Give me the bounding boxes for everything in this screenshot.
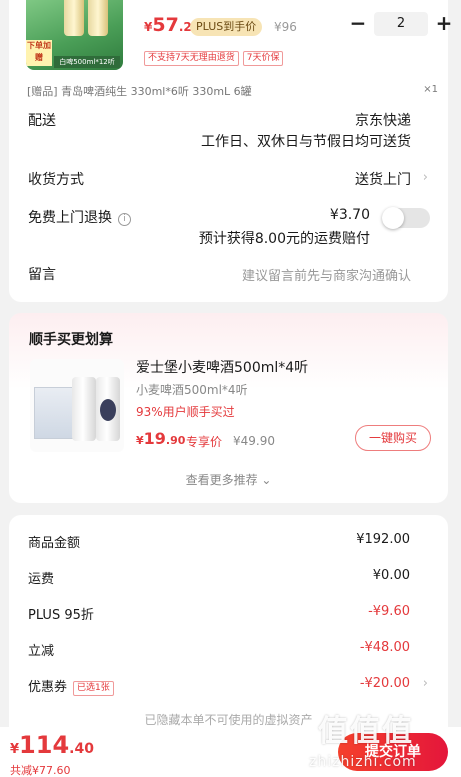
message-input[interactable]: 建议留言前先与商家沟通确认 bbox=[242, 265, 411, 284]
decrease-quantity-button[interactable]: − bbox=[348, 12, 368, 36]
delivery-carrier[interactable]: 京东快递 bbox=[355, 110, 411, 130]
delivery-schedule: 工作日、双休日与节假日均可送货 bbox=[201, 134, 411, 150]
free-return-price: ¥3.70 bbox=[329, 207, 370, 223]
summary-row-value: ¥192.00 bbox=[356, 532, 410, 547]
summary-row-label: 运费 bbox=[28, 572, 55, 587]
product-thumbnail[interactable]: 下单加赠 白啤500ml*12听 bbox=[26, 0, 123, 70]
submit-order-button[interactable]: 提交订单 bbox=[338, 733, 448, 771]
summary-row-label: 商品金额 bbox=[28, 536, 81, 551]
increase-quantity-button[interactable]: + bbox=[434, 12, 454, 36]
service-badges: 不支持7天无理由退货 7天价保 bbox=[144, 51, 284, 66]
original-price: ¥96 bbox=[274, 20, 297, 34]
beer-can-graphic bbox=[96, 377, 120, 441]
coupon-label: 优惠券 bbox=[28, 680, 68, 695]
gift-item-count: ×1 bbox=[423, 84, 438, 95]
total-price: ¥114.40 bbox=[10, 731, 94, 759]
coupon-selected-chip: 已选1张 bbox=[73, 681, 114, 696]
free-return-label: 免费上门退换 i bbox=[28, 207, 131, 227]
upsell-price-tag: 专享价 bbox=[186, 435, 223, 449]
gift-promo-tag: 下单加赠 bbox=[26, 40, 52, 66]
message-label: 留言 bbox=[28, 267, 56, 283]
price-protect-badge: 7天价保 bbox=[242, 51, 284, 66]
coupon-value[interactable]: -¥20.00 bbox=[360, 676, 410, 691]
upsell-price: ¥19.90 bbox=[136, 429, 186, 448]
checkout-bar: ¥114.40 共减¥77.60 提交订单 bbox=[0, 727, 461, 777]
upsell-original-price: ¥49.90 bbox=[233, 434, 275, 448]
upsell-buy-rate: 93%用户顺手买过 bbox=[136, 405, 235, 419]
upsell-product-name[interactable]: 爱士堡小麦啤酒500ml*4听 bbox=[136, 357, 308, 377]
beer-box-graphic bbox=[34, 387, 74, 439]
toggle-knob bbox=[382, 207, 404, 229]
see-more-recommendations-link[interactable]: 查看更多推荐 ⌄ bbox=[9, 471, 448, 488]
info-icon[interactable]: i bbox=[118, 213, 131, 226]
chevron-right-icon[interactable]: › bbox=[423, 170, 428, 185]
plus-price-badge: PLUS到手价 bbox=[190, 18, 263, 36]
summary-row-value: -¥9.60 bbox=[368, 604, 410, 619]
hidden-assets-note[interactable]: 已隐藏本单不可使用的虚拟资产 bbox=[9, 711, 448, 728]
upsell-card: 顺手买更划算 爱士堡小麦啤酒500ml*4听 小麦啤酒500ml*4听 93%用… bbox=[9, 313, 448, 503]
coupon-row[interactable]: 优惠券 已选1张 bbox=[28, 676, 114, 696]
gift-item-text: [赠品] 青岛啤酒纯生 330ml*6听 330mL 6罐 bbox=[27, 85, 252, 98]
receive-method-label: 收货方式 bbox=[28, 172, 84, 188]
free-return-note: 预计获得8.00元的运费赔付 bbox=[198, 231, 370, 247]
beer-can-graphic bbox=[64, 0, 84, 36]
upsell-product-image[interactable] bbox=[30, 359, 124, 452]
upsell-product-spec: 小麦啤酒500ml*4听 bbox=[136, 383, 248, 397]
summary-row-value: -¥48.00 bbox=[359, 640, 410, 655]
one-click-buy-button[interactable]: 一键购买 bbox=[355, 425, 431, 451]
free-return-label-text: 免费上门退换 bbox=[28, 210, 112, 226]
quantity-stepper: − 2 + bbox=[348, 12, 454, 36]
total-saved: 共减¥77.60 bbox=[10, 764, 71, 777]
chevron-right-icon[interactable]: › bbox=[423, 676, 428, 691]
item-price: ¥57.2 bbox=[144, 14, 192, 36]
can-label-graphic bbox=[100, 399, 116, 421]
free-return-toggle[interactable] bbox=[382, 207, 430, 229]
summary-row-label: PLUS 95折 bbox=[28, 608, 94, 623]
no-return-badge: 不支持7天无理由退货 bbox=[144, 51, 239, 66]
order-item-card: 下单加赠 白啤500ml*12听 ¥57.2 PLUS到手价 ¥96 − 2 +… bbox=[9, 0, 452, 302]
receive-method-value[interactable]: 送货上门 bbox=[355, 169, 411, 189]
summary-row-value: ¥0.00 bbox=[372, 568, 410, 583]
beer-can-graphic bbox=[88, 0, 108, 36]
summary-row-label: 立减 bbox=[28, 644, 55, 659]
delivery-label: 配送 bbox=[28, 113, 56, 129]
quantity-input[interactable]: 2 bbox=[374, 12, 428, 36]
gift-promo-strip: 白啤500ml*12听 bbox=[54, 56, 120, 68]
upsell-title: 顺手买更划算 bbox=[29, 332, 113, 348]
beer-can-graphic bbox=[72, 377, 96, 441]
